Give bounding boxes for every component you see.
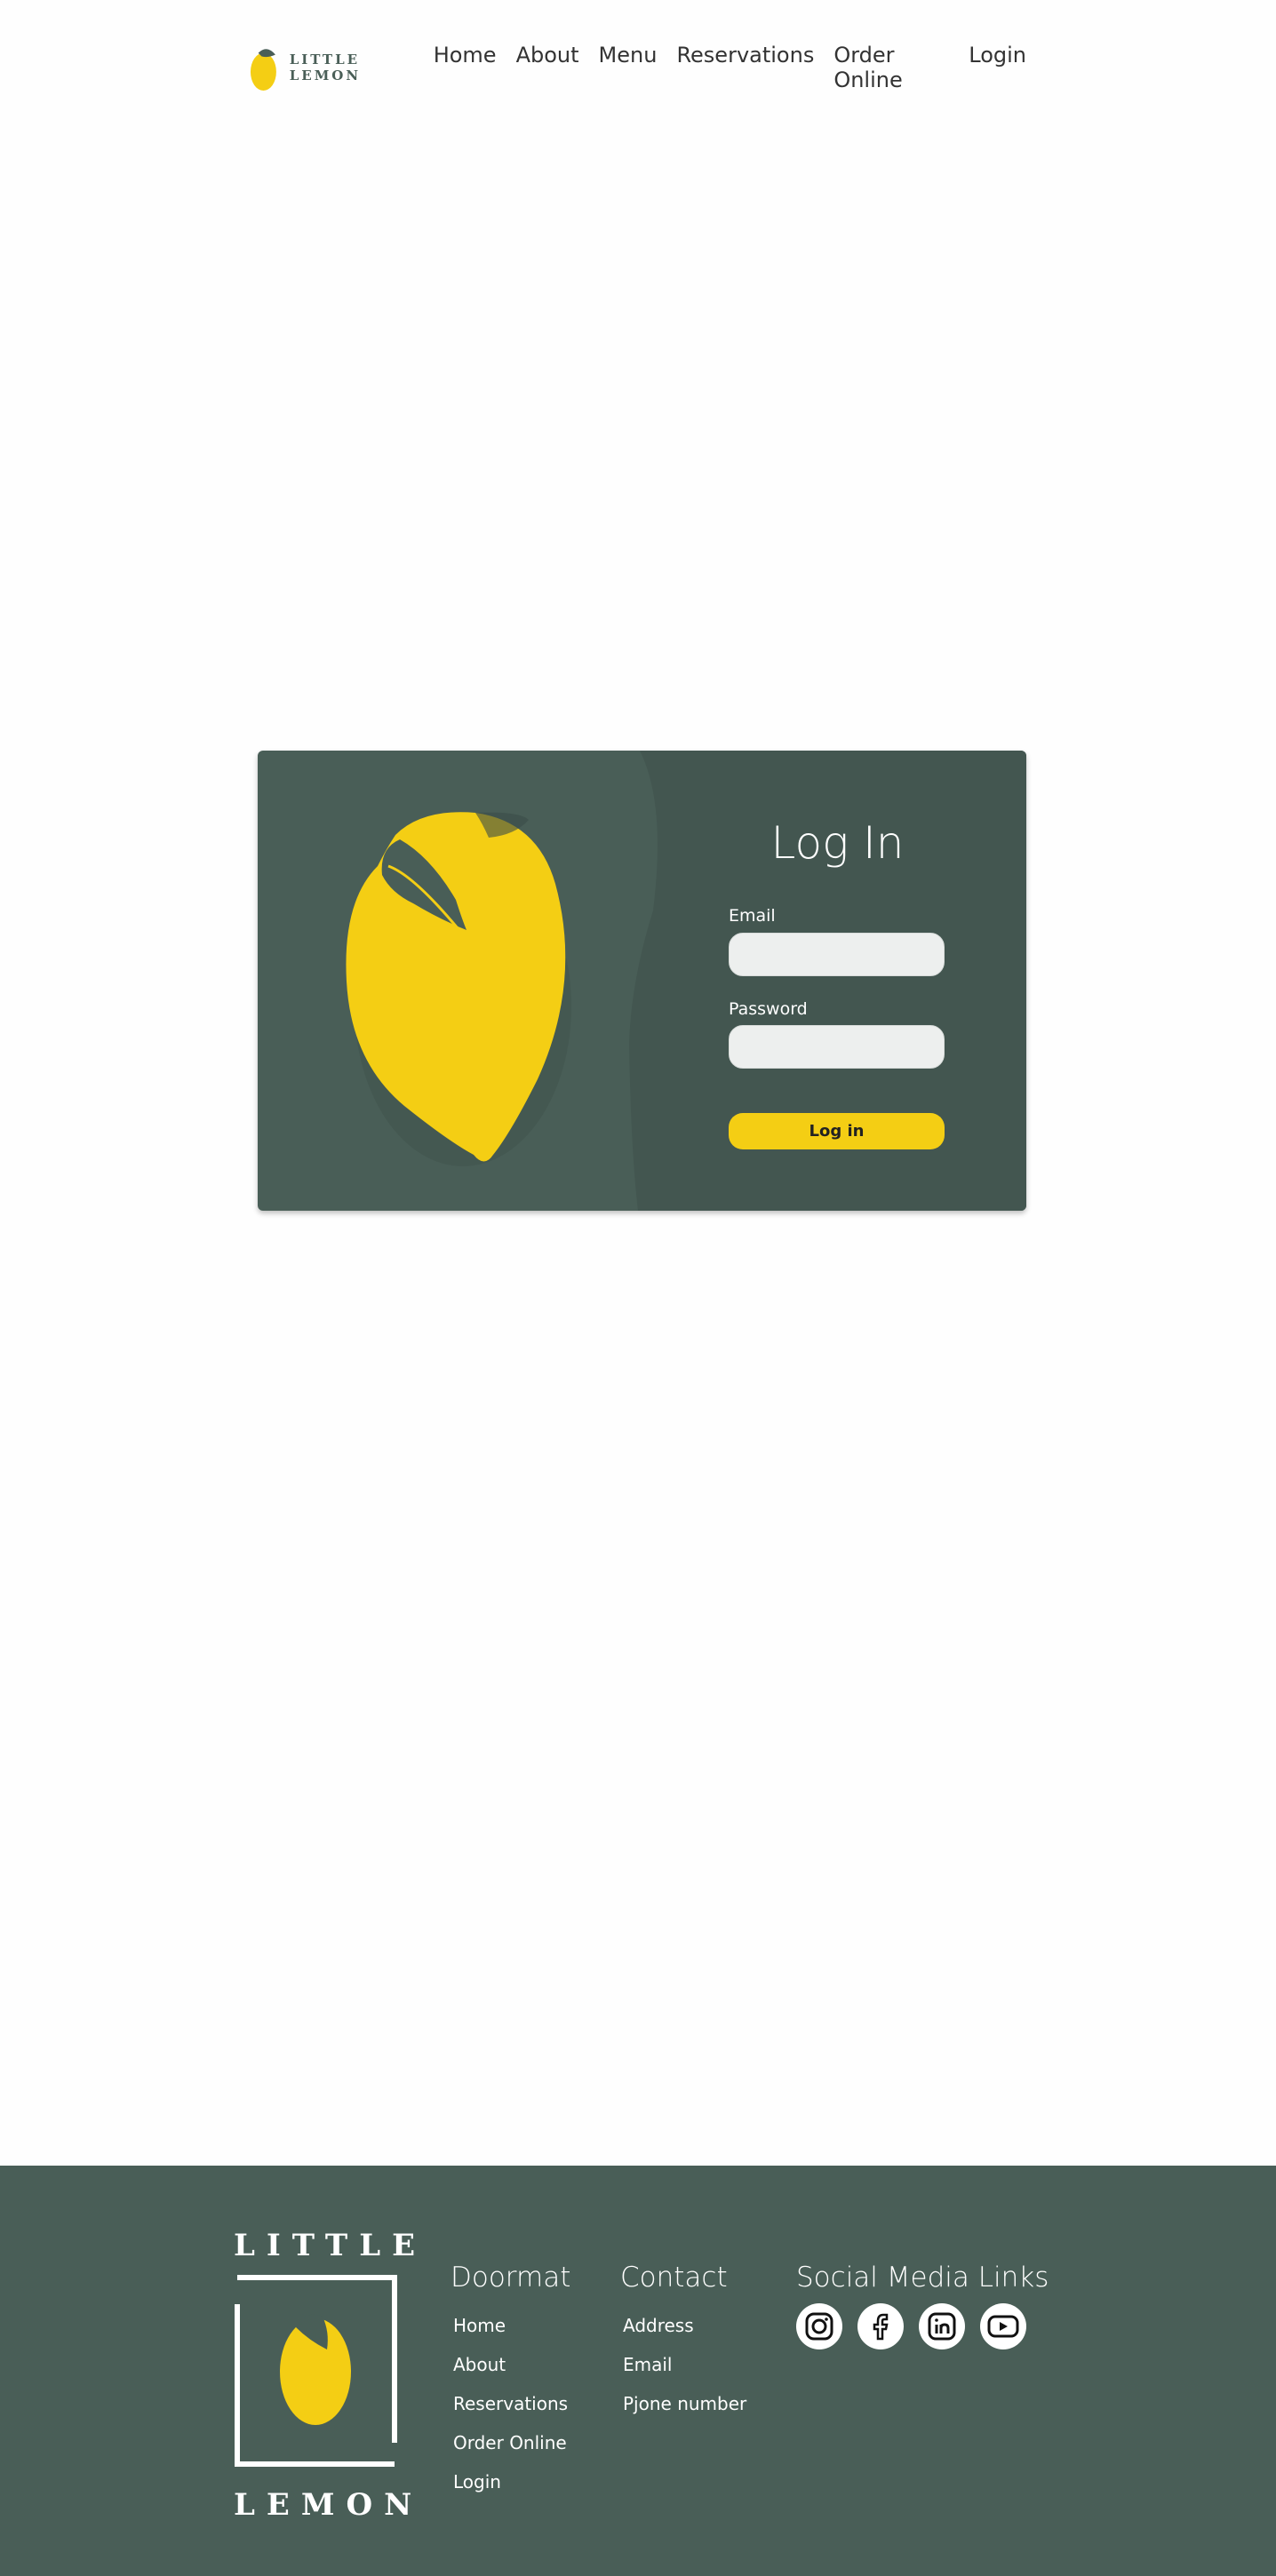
lemon-logo-icon (250, 49, 276, 91)
top-nav: LITTLE LEMON Home About Menu Reservation… (250, 40, 1026, 95)
nav-reservations[interactable]: Reservations (676, 43, 814, 92)
doormat-title: Doormat (451, 2262, 571, 2294)
nav-home[interactable]: Home (434, 43, 497, 92)
footer-link-reservations[interactable]: Reservations (453, 2393, 568, 2414)
footer-link-phone[interactable]: Pjone number (623, 2393, 746, 2414)
footer-logo-top: LITTLE (234, 2228, 427, 2263)
youtube-icon[interactable] (980, 2303, 1026, 2349)
footer-link-about[interactable]: About (453, 2354, 506, 2375)
logo-text: LITTLE LEMON (289, 52, 362, 83)
site-logo[interactable]: LITTLE LEMON (250, 42, 434, 93)
instagram-icon[interactable] (796, 2303, 842, 2349)
nav-order-online[interactable]: Order Online (833, 43, 949, 92)
footer-link-email[interactable]: Email (623, 2354, 673, 2375)
site-footer: LITTLE LEMON Doormat Home About Reservat… (0, 2166, 1276, 2576)
footer-link-address[interactable]: Address (623, 2315, 694, 2336)
footer-link-home[interactable]: Home (453, 2315, 506, 2336)
login-card: Log In Email Password Log in (258, 751, 1026, 1211)
login-title: Log In (770, 817, 905, 869)
contact-title: Contact (620, 2262, 728, 2294)
footer-logo-frame (235, 2275, 397, 2467)
facebook-icon[interactable] (857, 2303, 904, 2349)
email-field[interactable] (729, 933, 945, 976)
footer-logo-bottom: LEMON (234, 2487, 424, 2523)
linkedin-icon[interactable] (919, 2303, 965, 2349)
footer-link-login[interactable]: Login (453, 2471, 501, 2493)
nav-links: Home About Menu Reservations Order Onlin… (434, 43, 1026, 92)
nav-login[interactable]: Login (969, 43, 1026, 92)
nav-about[interactable]: About (516, 43, 579, 92)
social-links (796, 2303, 1026, 2349)
login-button[interactable]: Log in (729, 1113, 945, 1149)
lemon-illustration (346, 812, 571, 1166)
social-title: Social Media Links (796, 2262, 1049, 2294)
email-label: Email (729, 906, 776, 926)
password-field[interactable] (729, 1025, 945, 1069)
password-label: Password (729, 999, 808, 1019)
nav-menu[interactable]: Menu (599, 43, 658, 92)
footer-link-order-online[interactable]: Order Online (453, 2432, 567, 2453)
